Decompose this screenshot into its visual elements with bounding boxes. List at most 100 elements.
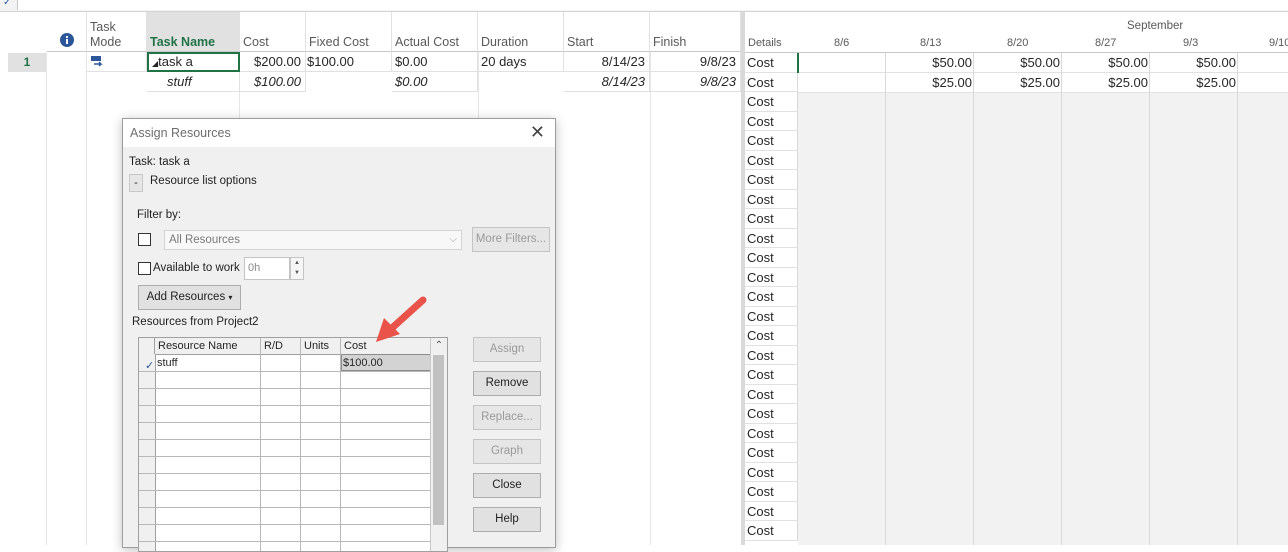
grid-line	[86, 52, 87, 545]
start-cell[interactable]: 8/14/23	[564, 52, 650, 72]
help-button[interactable]: Help	[473, 507, 541, 532]
details-header: Details	[748, 37, 782, 49]
collapse-button[interactable]: -	[129, 174, 143, 192]
filter-checkbox[interactable]	[138, 233, 151, 246]
timephased-value[interactable]: $25.00	[973, 73, 1060, 93]
row-selectors[interactable]	[139, 354, 156, 551]
timephased-value[interactable]: $25.00	[1061, 73, 1148, 93]
detail-label: Cost	[745, 150, 798, 170]
filter-select[interactable]: All Resources ⌵	[164, 230, 462, 250]
header-info[interactable]	[47, 12, 87, 52]
add-resources-button[interactable]: Add Resources ▾	[138, 285, 241, 310]
select-all-cell[interactable]	[139, 338, 155, 354]
header-fixed-cost[interactable]: Fixed Cost	[306, 12, 392, 52]
task-name-cell[interactable]: ◢task a	[147, 52, 240, 72]
timephased-value[interactable]: $50.00	[973, 53, 1060, 73]
col-rd[interactable]: R/D	[261, 338, 301, 354]
entry-box[interactable]	[17, 0, 1288, 10]
available-checkbox[interactable]	[138, 262, 151, 275]
dialog-titlebar[interactable]: Assign Resources ✕	[123, 119, 555, 147]
chevron-down-icon: ⌵	[449, 234, 457, 245]
timephased-value[interactable]: $50.00	[1061, 53, 1148, 73]
header-task-mode[interactable]: Task Mode	[87, 12, 147, 52]
scroll-up-icon[interactable]: ⌃	[431, 338, 447, 354]
table-scrollbar[interactable]: ⌃	[430, 338, 447, 551]
detail-label: Cost	[745, 423, 798, 443]
week-label: 9/10	[1269, 37, 1288, 49]
header-cost[interactable]: Cost	[240, 12, 306, 52]
assign-resources-dialog: Assign Resources ✕ Task: task a - Resour…	[122, 118, 556, 552]
more-filters-button[interactable]: More Filters...	[472, 227, 550, 252]
finish-cell[interactable]: 9/8/23	[650, 72, 741, 92]
row-number[interactable]: 1	[8, 53, 46, 72]
header-finish[interactable]: Finish	[650, 12, 741, 52]
detail-label: Cost	[745, 501, 798, 521]
hours-spinner[interactable]: ▲ ▼	[290, 257, 304, 280]
col-units[interactable]: Units	[301, 338, 341, 354]
assignment-name-cell[interactable]: stuff	[147, 72, 240, 92]
actual-cost-cell[interactable]: $0.00	[392, 72, 478, 92]
detail-label: Cost	[745, 326, 798, 346]
actual-cost-cell[interactable]: $0.00	[392, 52, 478, 72]
table-row-line	[139, 507, 447, 508]
finish-cell[interactable]: 9/8/23	[650, 52, 741, 72]
available-to-work-label[interactable]: Available to work	[153, 262, 240, 274]
detail-label: Cost	[745, 287, 798, 307]
detail-label: Cost	[745, 462, 798, 482]
table-row-line	[139, 456, 447, 457]
table-row-line	[139, 371, 447, 372]
available-hours-input[interactable]: 0h	[244, 257, 290, 280]
selection-indicator	[797, 53, 799, 73]
col-resource-name[interactable]: Resource Name	[155, 338, 261, 354]
detail-label: Cost	[745, 521, 798, 541]
week-label: 8/13	[920, 37, 942, 49]
resource-cost-cell[interactable]: $100.00	[343, 355, 383, 371]
formula-bar: ✓	[0, 0, 1288, 12]
resource-list-options-label[interactable]: Resource list options	[150, 175, 257, 187]
fixed-cost-cell[interactable]: $100.00	[306, 52, 392, 72]
duration-cell[interactable]: 20 days	[478, 52, 564, 72]
info-icon	[60, 33, 74, 47]
header-task-name[interactable]: Task Name	[147, 12, 240, 52]
table-row-line	[139, 490, 447, 491]
task-mode-cell[interactable]	[87, 52, 147, 72]
timephased-grid: September Details 8/6 8/13 8/20 8/27 9/3…	[745, 12, 1288, 545]
detail-label: Cost	[745, 209, 798, 229]
header-actual-cost[interactable]: Actual Cost	[392, 12, 478, 52]
table-row-line	[139, 473, 447, 474]
detail-label: Cost	[745, 267, 798, 287]
start-cell[interactable]: 8/14/23	[564, 72, 650, 92]
timephased-value[interactable]: $25.00	[885, 73, 972, 93]
detail-label: Cost	[745, 111, 798, 131]
header-duration[interactable]: Duration	[478, 12, 564, 52]
table-row-line	[139, 541, 447, 542]
close-icon[interactable]: ✕	[530, 123, 545, 141]
timephased-body	[798, 53, 1288, 545]
cost-cell[interactable]: $100.00	[240, 72, 306, 92]
table-row-line	[139, 405, 447, 406]
assign-button[interactable]: Assign	[473, 337, 541, 362]
replace-button[interactable]: Replace...	[473, 405, 541, 430]
remove-button[interactable]: Remove	[473, 371, 541, 396]
resources-table: Resource Name R/D Units Cost ✓ stuff $10…	[138, 337, 448, 552]
cost-cell[interactable]: $200.00	[240, 52, 306, 72]
week-divider	[885, 53, 886, 545]
timephased-value[interactable]: $25.00	[1149, 73, 1236, 93]
timephased-value[interactable]: $50.00	[885, 53, 972, 73]
view-bar	[0, 250, 4, 350]
week-divider	[1237, 53, 1238, 545]
detail-label: Cost	[745, 92, 798, 112]
table-row-line	[139, 422, 447, 423]
week-label: 8/27	[1095, 37, 1117, 49]
scroll-thumb[interactable]	[433, 355, 444, 525]
week-divider	[1061, 53, 1062, 545]
timephased-value[interactable]: $50.00	[1149, 53, 1236, 73]
close-button[interactable]: Close	[473, 473, 541, 498]
detail-label: Cost	[745, 228, 798, 248]
graph-button[interactable]: Graph	[473, 439, 541, 464]
detail-label: Cost	[745, 345, 798, 365]
detail-label: Cost	[745, 306, 798, 326]
resource-name-cell[interactable]: stuff	[157, 355, 178, 371]
week-label: 8/20	[1007, 37, 1029, 49]
header-start[interactable]: Start	[564, 12, 650, 52]
